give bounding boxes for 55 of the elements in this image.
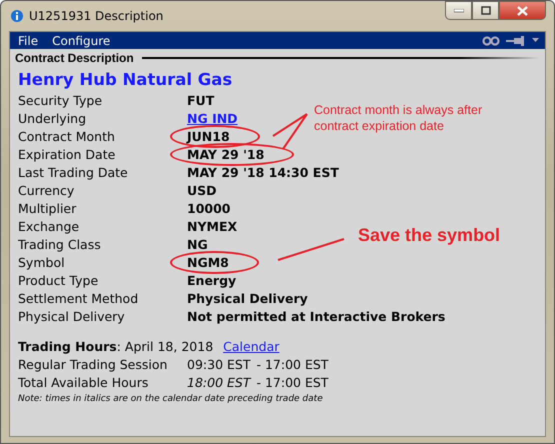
session-time: 18:00 EST <box>187 374 250 390</box>
field-label: Settlement Method <box>18 290 140 306</box>
menu-item[interactable]: Configure <box>52 34 110 48</box>
calendar-link[interactable]: Calendar <box>223 338 280 354</box>
field-value: 10000 <box>187 200 230 216</box>
window-title: U1251931 Description <box>29 9 164 23</box>
field-value: NGM8 <box>187 254 229 270</box>
field-label: Currency <box>18 182 76 198</box>
annotation-text: Contract month is always after contract expiration date <box>314 102 484 134</box>
leader-line <box>278 238 344 261</box>
field-value: Physical Delivery <box>187 290 308 306</box>
session-time: 09:30 EST <box>187 356 250 372</box>
info-icon <box>11 10 23 22</box>
session-label: Regular Trading Session <box>18 356 168 372</box>
field-label: Multiplier <box>18 200 78 216</box>
field-label: Underlying <box>18 110 88 126</box>
field-value: Not permitted at Interactive Brokers <box>187 308 446 324</box>
minimize-button[interactable] <box>445 1 472 20</box>
leader-line <box>272 113 308 150</box>
close-button[interactable] <box>499 1 546 20</box>
underlying-link[interactable]: NG IND <box>187 110 238 126</box>
maximize-icon <box>480 6 490 15</box>
field-label: Symbol <box>18 254 66 270</box>
field-label: Contract Month <box>18 128 116 144</box>
caret-icon[interactable] <box>532 38 539 43</box>
field-value: MAY 29 '18 <box>187 146 264 162</box>
annotation-text: Save the symbol <box>358 225 500 246</box>
menu-item[interactable]: File <box>18 34 38 48</box>
field-label: Last Trading Date <box>18 164 129 180</box>
trading-hours-label: Trading Hours <box>18 338 117 354</box>
field-value: FUT <box>187 92 214 108</box>
session-label: Total Available Hours <box>18 374 150 390</box>
note-text: Note: times in italics are on the calendar date preceding trade date <box>18 394 324 404</box>
field-value: NYMEX <box>187 218 238 234</box>
pin-icon[interactable] <box>506 36 526 46</box>
field-label: Trading Class <box>18 236 102 252</box>
field-value: Energy <box>187 272 236 288</box>
section-title: Contract Description <box>15 51 134 65</box>
field-label: Physical Delivery <box>18 308 126 324</box>
field-label: Security Type <box>18 92 104 108</box>
maximize-button[interactable] <box>472 1 499 20</box>
field-value: NG <box>187 236 208 252</box>
field-value: MAY 29 '18 14:30 EST <box>187 164 339 180</box>
minimize-icon <box>454 8 464 12</box>
contract-name: Henry Hub Natural Gas <box>18 69 234 91</box>
trading-hours-date: : April 18, 2018 <box>116 338 214 354</box>
session-time: - 17:00 EST <box>256 374 328 390</box>
field-value: JUN18 <box>187 128 230 144</box>
field-value: USD <box>187 182 217 198</box>
link-icon[interactable] <box>482 36 500 46</box>
field-label: Product Type <box>18 272 100 288</box>
session-time: - 17:00 EST <box>256 356 328 372</box>
close-icon <box>517 6 528 16</box>
field-label: Exchange <box>18 218 80 234</box>
field-label: Expiration Date <box>18 146 116 162</box>
